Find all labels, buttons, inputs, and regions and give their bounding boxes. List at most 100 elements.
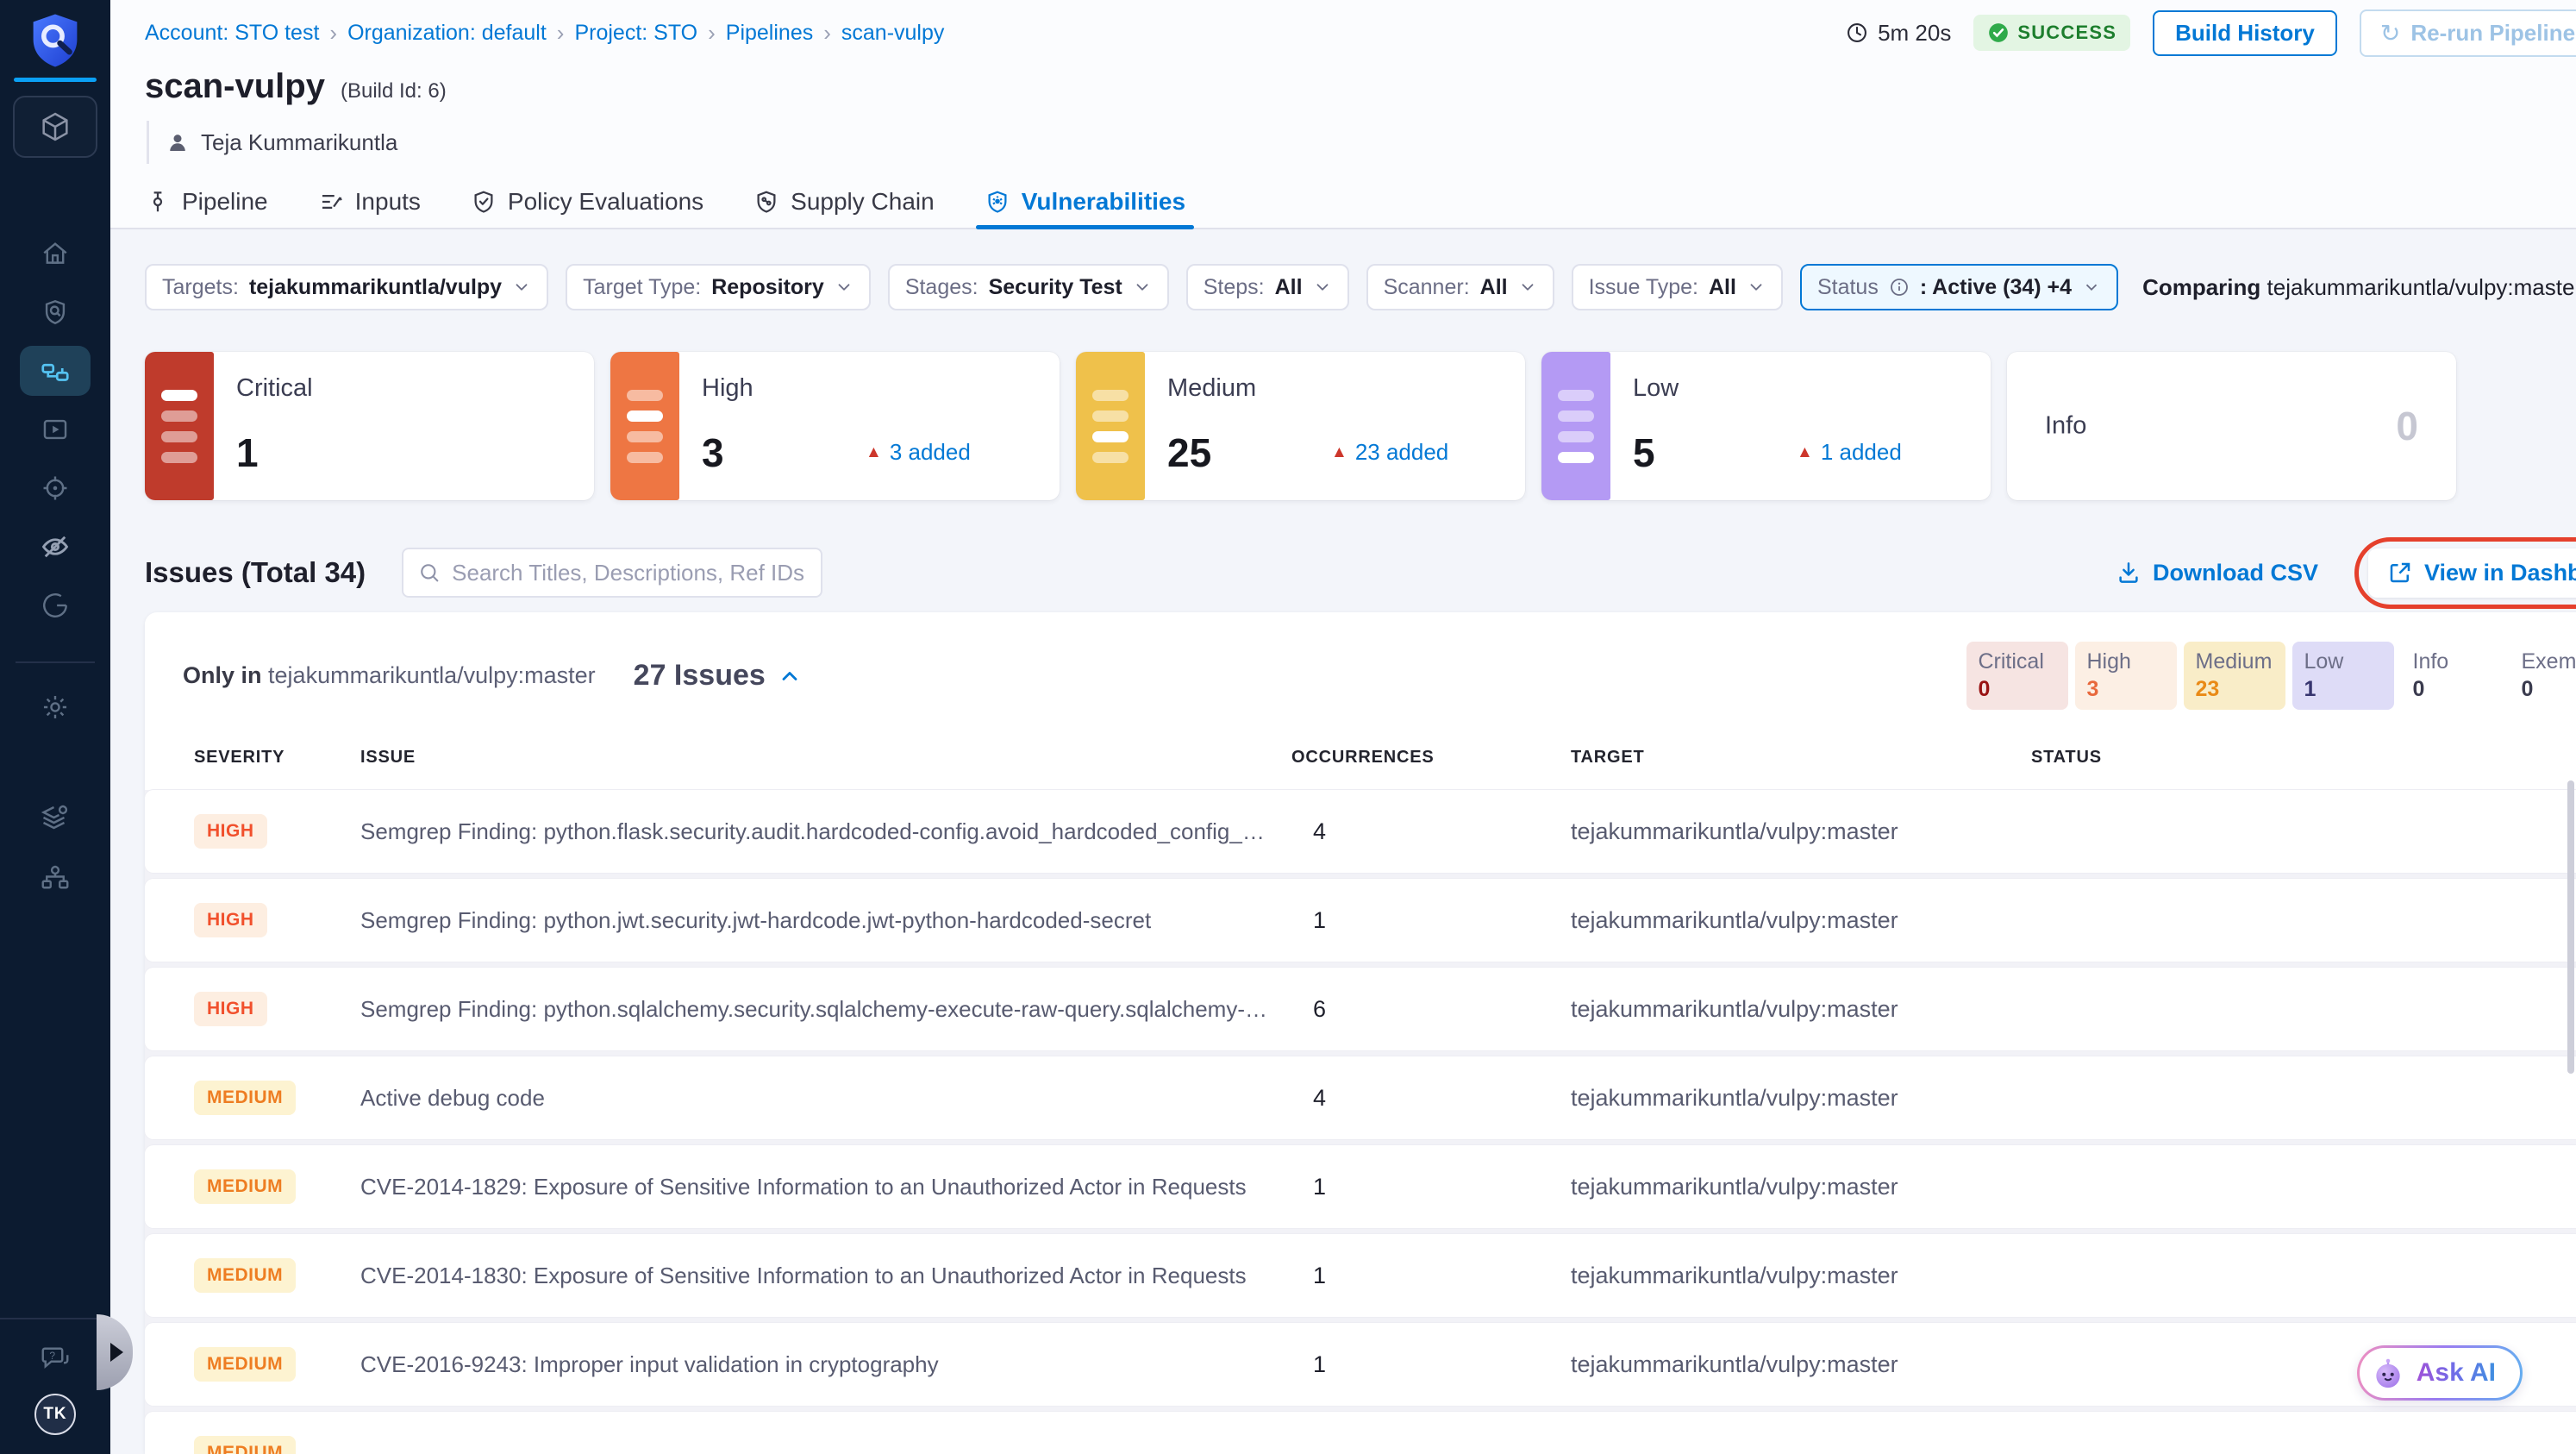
table-row[interactable]: HIGH Semgrep Finding: python.jwt.security… xyxy=(145,879,2576,962)
severity-card-info: Info 0 xyxy=(2007,352,2456,500)
sidebar-item-home[interactable] xyxy=(20,229,91,279)
sidebar-item-chat-question[interactable]: ? xyxy=(20,1333,91,1383)
exemption-power-icon xyxy=(41,591,70,620)
table-row[interactable]: MEDIUM xyxy=(145,1412,2576,1454)
sidebar-item-target-crosshair[interactable] xyxy=(20,463,91,513)
chip-label: Exempted xyxy=(2521,649,2576,674)
severity-stripe xyxy=(1076,352,1145,500)
user-avatar[interactable]: TK xyxy=(34,1394,76,1435)
filter-targets[interactable]: Targets: tejakummarikuntla/vulpy xyxy=(145,264,549,310)
breadcrumb-link[interactable]: scan-vulpy xyxy=(841,21,945,46)
column-header-issue: ISSUE xyxy=(360,748,416,767)
severity-chip-exempted: Exempted 0 xyxy=(2510,642,2576,710)
target-crosshair-icon xyxy=(41,473,70,503)
comparing-prefix: Comparing xyxy=(2142,273,2261,300)
download-csv-button[interactable]: Download CSV xyxy=(2116,560,2318,586)
breadcrumb-link[interactable]: Account: STO test xyxy=(145,21,319,46)
filter-scanner[interactable]: Scanner: All xyxy=(1366,264,1554,310)
severity-card-count: 0 xyxy=(2396,404,2418,448)
occurrences-value: 6 xyxy=(1313,995,1327,1022)
severity-badge: HIGH xyxy=(194,814,267,849)
shield-search-icon xyxy=(41,298,70,327)
layers-gear-icon xyxy=(40,802,71,833)
severity-card-label: High xyxy=(702,374,753,402)
severity-level-bar xyxy=(627,389,663,401)
delta-text: 1 added xyxy=(1820,439,1902,465)
severity-level-bar xyxy=(1558,410,1594,422)
tab-pipeline[interactable]: Pipeline xyxy=(145,176,268,228)
sidebar-item-exemption-power[interactable] xyxy=(20,580,91,630)
table-row[interactable]: HIGH Semgrep Finding: python.sqlalchemy.s… xyxy=(145,968,2576,1050)
breadcrumb-separator: › xyxy=(823,19,831,46)
issue-title: Semgrep Finding: python.sqlalchemy.secur… xyxy=(360,995,1291,1022)
filter-issue-type[interactable]: Issue Type: All xyxy=(1571,264,1783,310)
severity-cell: HIGH xyxy=(194,903,360,937)
sidebar-item-executions-play[interactable] xyxy=(20,404,91,454)
filter-steps[interactable]: Steps: All xyxy=(1185,264,1349,310)
search-input[interactable] xyxy=(452,559,808,586)
page-scrollbar[interactable] xyxy=(2567,780,2574,1074)
ask-ai-button[interactable]: Ask AI xyxy=(2357,1345,2523,1401)
tab-vulnerabilities[interactable]: Vulnerabilities xyxy=(975,176,1195,229)
tab-policy-evaluations[interactable]: Policy Evaluations xyxy=(471,176,703,228)
breadcrumb-link[interactable]: Pipelines xyxy=(726,21,813,46)
sidebar-item-eye-off[interactable] xyxy=(20,522,91,572)
sidebar-item-layers-gear[interactable] xyxy=(20,793,91,843)
severity-stripe xyxy=(610,352,679,500)
delta-text: 3 added xyxy=(889,439,971,465)
sidebar-item-network-gear[interactable] xyxy=(20,853,91,903)
check-circle-icon xyxy=(1987,22,2010,44)
table-header: SEVERITY ISSUE OCCURRENCES TARGET STATUS xyxy=(145,748,2576,768)
clock-icon xyxy=(1845,21,1869,45)
sidebar-item-pipeline[interactable] xyxy=(20,346,91,396)
filter-status[interactable]: Status : Active (34) +4 xyxy=(1799,264,2119,310)
severity-cell: MEDIUM xyxy=(194,1436,360,1454)
chevron-down-icon xyxy=(2082,278,2101,297)
occurrences-value: 1 xyxy=(1313,1173,1327,1200)
filter-label: Target Type: xyxy=(583,274,702,299)
download-csv-label: Download CSV xyxy=(2152,559,2318,586)
filter-label: Issue Type: xyxy=(1588,274,1698,299)
triangle-up-icon: ▲ xyxy=(1797,442,1813,461)
severity-level-bar xyxy=(1092,451,1129,463)
filter-value: All xyxy=(1479,274,1508,299)
page-title: scan-vulpy xyxy=(145,67,325,105)
severity-chip-low: Low 1 xyxy=(2292,642,2394,710)
build-history-button[interactable]: Build History xyxy=(2153,9,2337,56)
view-in-dashboard-button[interactable]: View in Dashboard xyxy=(2368,548,2576,598)
breadcrumb-link[interactable]: Project: STO xyxy=(574,21,697,46)
breadcrumb-link[interactable]: Organization: default xyxy=(347,21,547,46)
occurrences-value: 1 xyxy=(1313,1351,1327,1377)
occurrences-value: 1 xyxy=(1313,1262,1327,1288)
occurrences-value: 4 xyxy=(1313,1084,1327,1111)
triangle-up-icon: ▲ xyxy=(1331,442,1347,461)
sidebar-item-shield-search[interactable] xyxy=(20,287,91,337)
table-row[interactable]: HIGH Semgrep Finding: python.flask.securi… xyxy=(145,790,2576,873)
chevron-up-icon xyxy=(778,664,802,688)
severity-card-delta: ▲ 3 added xyxy=(866,439,971,466)
tab-inputs[interactable]: Inputs xyxy=(318,176,421,228)
filter-target-type[interactable]: Target Type: Repository xyxy=(566,264,871,310)
table-row[interactable]: MEDIUM CVE-2016-9243: Improper input vali… xyxy=(145,1323,2576,1406)
issues-count-toggle[interactable]: 27 Issues xyxy=(634,659,802,693)
severity-level-bar xyxy=(161,389,197,401)
sidebar-item-gear[interactable] xyxy=(20,682,91,732)
table-row[interactable]: MEDIUM CVE-2014-1830: Exposure of Sensiti… xyxy=(145,1234,2576,1317)
chip-count: 3 xyxy=(2086,677,2099,701)
tab-supply-chain[interactable]: Supply Chain xyxy=(753,176,935,228)
filter-label: Scanner: xyxy=(1383,274,1470,299)
filter-stages[interactable]: Stages: Security Test xyxy=(887,264,1169,310)
sidebar: ? TK xyxy=(0,0,110,1454)
author-name: Teja Kummarikuntla xyxy=(201,128,398,155)
rerun-pipeline-button[interactable]: ↻ Re-run Pipeline xyxy=(2359,9,2576,57)
harness-sto-logo-icon[interactable] xyxy=(28,12,83,69)
column-header-target: TARGET xyxy=(1571,748,1645,767)
sidebar-module-switcher[interactable] xyxy=(13,96,97,158)
severity-card-count: 25 xyxy=(1167,430,1212,475)
table-row[interactable]: MEDIUM Active debug code 4 tejakummarikuntl… xyxy=(145,1056,2576,1139)
chevron-down-icon xyxy=(1518,278,1537,297)
table-row[interactable]: MEDIUM CVE-2014-1829: Exposure of Sensiti… xyxy=(145,1145,2576,1228)
severity-card-count: 5 xyxy=(1633,430,1655,475)
tab-inputs-icon xyxy=(318,189,344,215)
tab-shield-bug-icon xyxy=(985,189,1010,215)
